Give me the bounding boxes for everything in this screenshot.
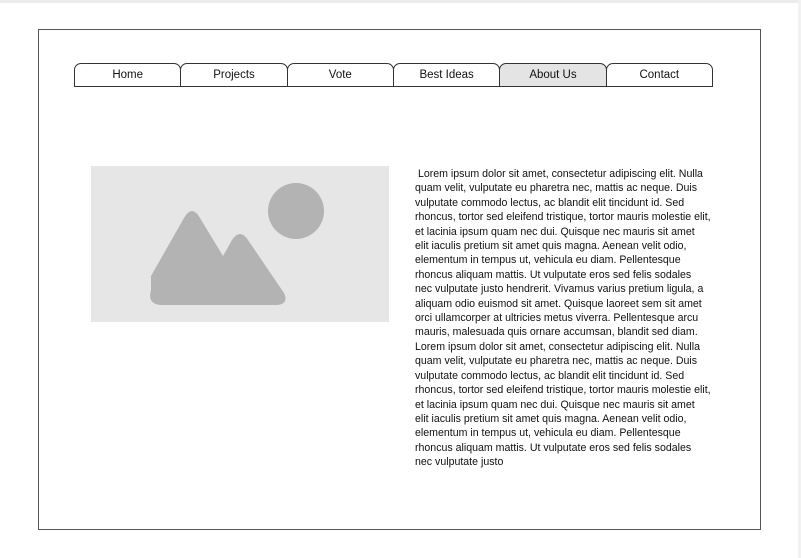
wireframe-canvas: Home Projects Vote Best Ideas About Us C…: [0, 0, 801, 558]
image-placeholder-icon: [150, 183, 324, 305]
about-body-text: Lorem ipsum dolor sit amet, consectetur …: [415, 168, 711, 469]
top-edge-strip: [0, 0, 801, 3]
tab-contact[interactable]: Contact: [605, 63, 713, 87]
tab-vote[interactable]: Vote: [286, 63, 394, 87]
tab-best-ideas[interactable]: Best Ideas: [392, 63, 501, 87]
tab-projects[interactable]: Projects: [180, 63, 288, 87]
image-placeholder: [91, 166, 389, 322]
main-navigation: Home Projects Vote Best Ideas About Us C…: [74, 63, 713, 87]
tab-home[interactable]: Home: [74, 63, 182, 87]
tab-about-us[interactable]: About Us: [499, 63, 607, 87]
